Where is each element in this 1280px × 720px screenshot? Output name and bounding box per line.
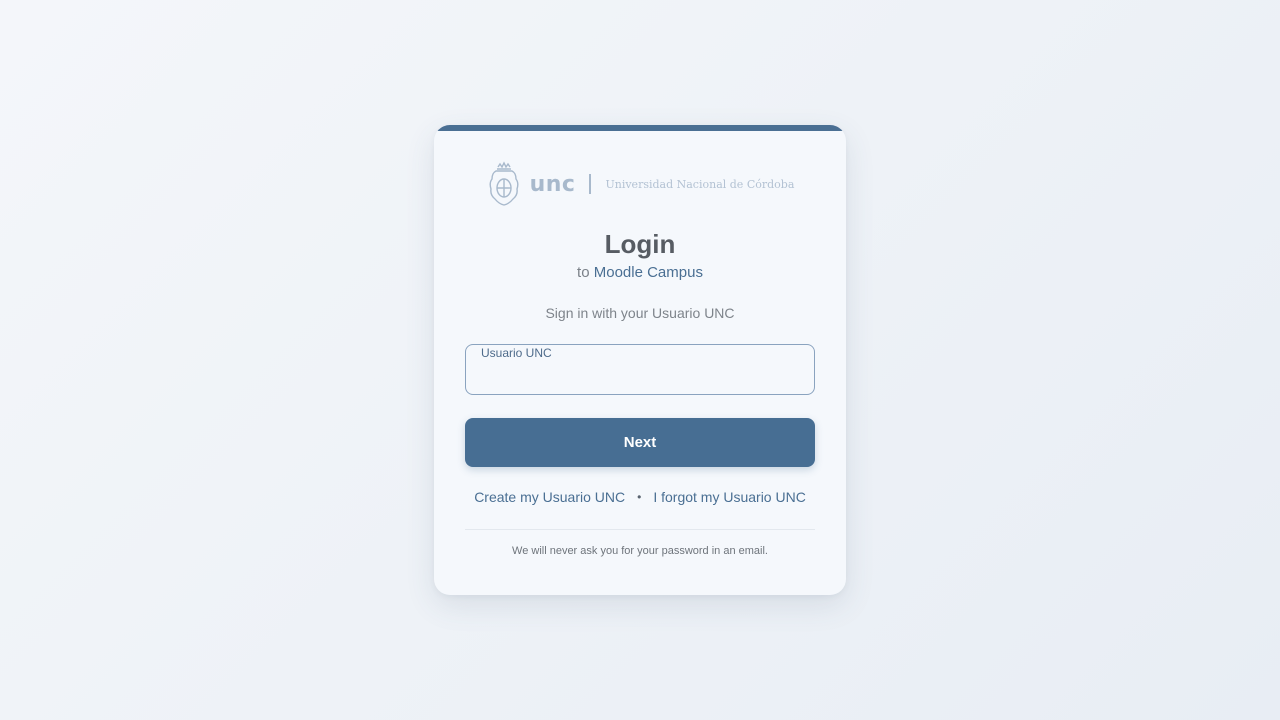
university-logo: unc Universidad Nacional de Córdoba — [434, 161, 846, 207]
unc-crest-icon — [486, 161, 522, 207]
page-title: Login — [604, 229, 676, 259]
next-button[interactable]: Next — [465, 418, 815, 467]
login-card: unc Universidad Nacional de Córdoba Logi… — [434, 125, 846, 595]
account-links: Create my Usuario UNC • I forgot my Usua… — [434, 489, 846, 505]
username-input[interactable] — [480, 365, 800, 391]
page-subtitle: to Moodle Campus — [434, 264, 846, 281]
sign-in-instruction: Sign in with your Usuario UNC — [545, 305, 735, 321]
links-separator: • — [637, 490, 642, 504]
brand-separator — [589, 174, 592, 194]
app-name-link[interactable]: Moodle Campus — [594, 264, 703, 281]
security-notice: We will never ask you for your password … — [512, 545, 768, 557]
footer-divider — [465, 529, 815, 530]
subtitle-prefix: to — [577, 264, 590, 281]
brand-name: Universidad Nacional de Córdoba — [605, 177, 795, 191]
card-top-accent-bar — [434, 125, 846, 131]
forgot-username-link[interactable]: I forgot my Usuario UNC — [653, 489, 805, 505]
username-field[interactable]: Usuario UNC — [465, 344, 815, 395]
username-label: Usuario UNC — [481, 346, 552, 360]
create-account-link[interactable]: Create my Usuario UNC — [474, 489, 625, 505]
brand-abbreviation: unc — [529, 171, 576, 197]
